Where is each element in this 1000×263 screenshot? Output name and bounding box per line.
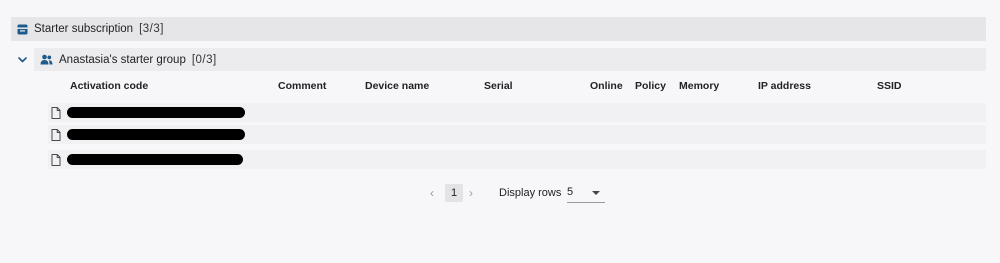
subscription-header[interactable]: Starter subscription [3/3]	[11, 17, 986, 41]
group-row: Anastasia's starter group [0/3]	[11, 48, 986, 71]
activation-code-redacted	[67, 154, 243, 165]
column-header-ip-address[interactable]: IP address	[758, 80, 811, 92]
page-1-button[interactable]: 1	[445, 184, 463, 202]
activation-code-redacted	[67, 129, 245, 140]
table-row[interactable]	[48, 125, 986, 144]
column-header-memory[interactable]: Memory	[679, 80, 719, 92]
display-rows-select[interactable]: 5	[567, 183, 605, 203]
chevron-down-icon[interactable]	[11, 48, 33, 71]
column-header-online[interactable]: Online	[590, 80, 623, 92]
column-header-activation-code[interactable]: Activation code	[70, 80, 148, 92]
column-header-comment[interactable]: Comment	[278, 80, 326, 92]
subscription-title: Starter subscription	[34, 23, 134, 35]
group-header[interactable]: Anastasia's starter group [0/3]	[34, 48, 986, 71]
users-icon	[40, 54, 53, 65]
display-rows-label: Display rows	[499, 187, 562, 199]
column-header-serial[interactable]: Serial	[484, 80, 513, 92]
table-row[interactable]	[48, 150, 986, 169]
column-header-device-name[interactable]: Device name	[365, 80, 429, 92]
column-header-ssid[interactable]: SSID	[877, 80, 902, 92]
file-icon	[51, 107, 61, 119]
caret-down-icon	[592, 191, 600, 195]
display-rows-value: 5	[567, 186, 574, 198]
subscription-icon	[17, 24, 28, 35]
table-header: Activation code Comment Device name Seri…	[0, 80, 1000, 94]
group-title: Anastasia's starter group	[59, 53, 186, 66]
file-icon	[51, 154, 61, 166]
column-header-policy[interactable]: Policy	[635, 80, 666, 92]
pagination: ‹ 1 › Display rows 5	[0, 183, 1000, 203]
file-icon	[51, 129, 61, 141]
group-count: [0/3]	[191, 53, 217, 66]
table-row[interactable]	[48, 103, 986, 122]
prev-page-button[interactable]: ‹	[430, 186, 434, 200]
activation-code-redacted	[67, 107, 245, 118]
next-page-button[interactable]: ›	[469, 186, 473, 200]
subscription-count: [3/3]	[139, 23, 164, 35]
